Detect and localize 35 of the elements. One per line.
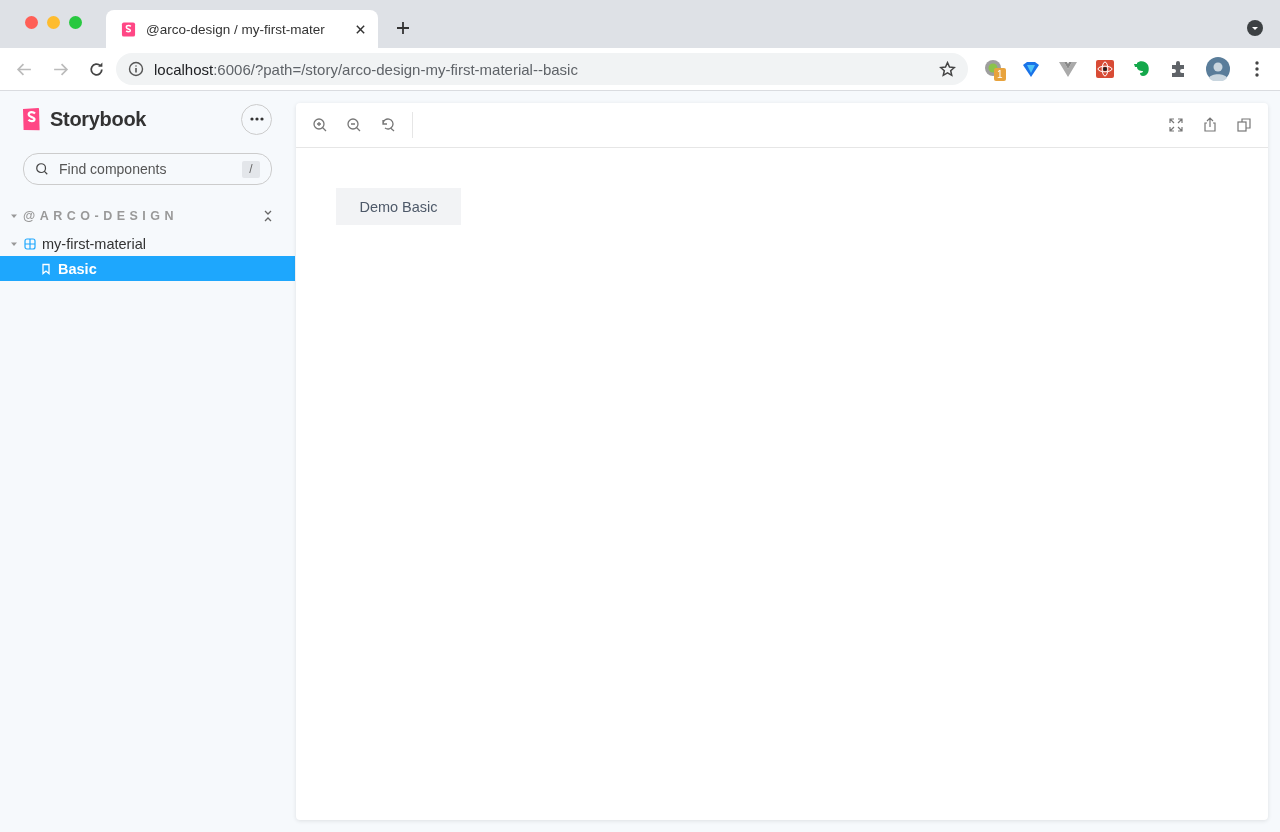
profile-avatar[interactable] bbox=[1206, 57, 1230, 81]
zoom-in-icon[interactable] bbox=[312, 117, 328, 133]
bookmark-icon bbox=[40, 262, 52, 275]
url-text: localhost:6006/?path=/story/arco-design-my-first-material--basic bbox=[154, 60, 579, 78]
fullscreen-icon[interactable] bbox=[1168, 117, 1184, 133]
extension-badge: 1 bbox=[994, 68, 1006, 81]
atom-extension-icon[interactable] bbox=[1095, 59, 1115, 79]
component-icon bbox=[24, 237, 36, 250]
search-icon bbox=[35, 162, 49, 176]
storybook-favicon-icon bbox=[121, 21, 136, 37]
reload-icon[interactable] bbox=[88, 60, 105, 78]
collapse-all-icon[interactable] bbox=[263, 210, 273, 222]
more-icon bbox=[249, 117, 264, 121]
close-tab-icon[interactable] bbox=[355, 23, 366, 35]
search-bar[interactable]: Find components / bbox=[23, 153, 272, 185]
search-input[interactable]: Find components bbox=[57, 160, 234, 178]
bookmark-star-icon[interactable] bbox=[939, 60, 956, 78]
storybook-logo-icon bbox=[22, 107, 42, 131]
copy-icon[interactable] bbox=[1236, 117, 1252, 133]
new-tab-icon[interactable] bbox=[396, 21, 410, 35]
caret-icon[interactable] bbox=[10, 212, 18, 220]
browser-tab[interactable]: @arco-design / my-first-mater bbox=[106, 10, 378, 48]
tree-item[interactable]: my-first-material bbox=[0, 231, 295, 256]
zoom-out-icon[interactable] bbox=[346, 117, 362, 133]
share-icon[interactable] bbox=[1202, 117, 1218, 133]
reset-zoom-icon[interactable] bbox=[380, 117, 396, 133]
tab-search-icon[interactable] bbox=[1247, 20, 1263, 36]
info-icon[interactable] bbox=[128, 61, 144, 77]
diamond-extension-icon[interactable] bbox=[1021, 59, 1041, 79]
demo-button[interactable]: Demo Basic bbox=[336, 188, 461, 225]
close-window-button[interactable] bbox=[25, 16, 38, 29]
vue-extension-icon[interactable] bbox=[1058, 59, 1078, 79]
shortcut-key: / bbox=[242, 160, 260, 178]
address-bar[interactable]: localhost:6006/?path=/story/arco-design-my-first-material--basic bbox=[116, 53, 968, 85]
brand-name: Storybook bbox=[50, 107, 147, 131]
